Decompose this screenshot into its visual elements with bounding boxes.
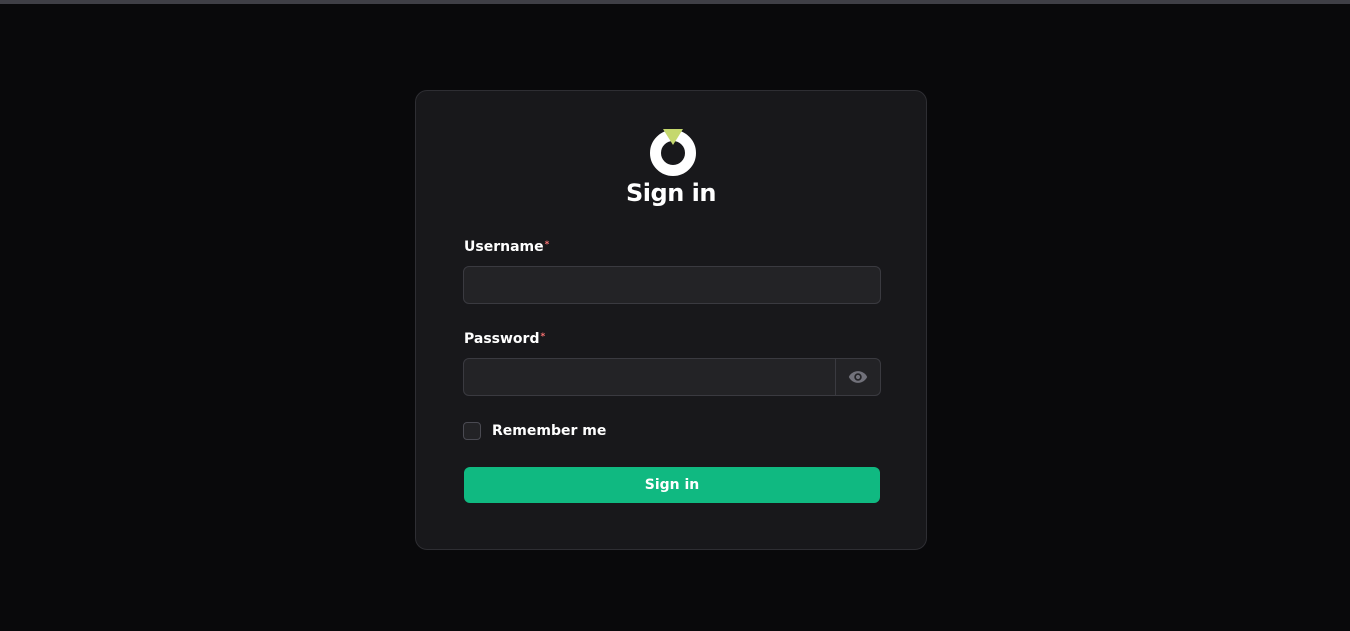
password-field [463,358,881,396]
required-marker: * [544,240,550,250]
password-label-text: Password [464,331,540,347]
username-input[interactable] [463,266,881,304]
username-label-text: Username [464,239,544,255]
page-title: Sign in [626,179,716,207]
remember-me-label[interactable]: Remember me [492,421,606,441]
required-marker: * [540,332,546,342]
password-input[interactable] [464,359,835,395]
window-top-strip [0,0,1350,4]
signin-card: Sign in Username* Password* Remember me … [415,90,927,550]
sign-in-button[interactable]: Sign in [464,467,880,503]
show-password-button[interactable] [835,359,880,395]
ring-logo-icon [650,129,696,176]
remember-me-checkbox[interactable] [463,422,481,440]
password-label: Password* [464,329,545,349]
username-label: Username* [464,237,549,257]
eye-icon [848,371,868,383]
